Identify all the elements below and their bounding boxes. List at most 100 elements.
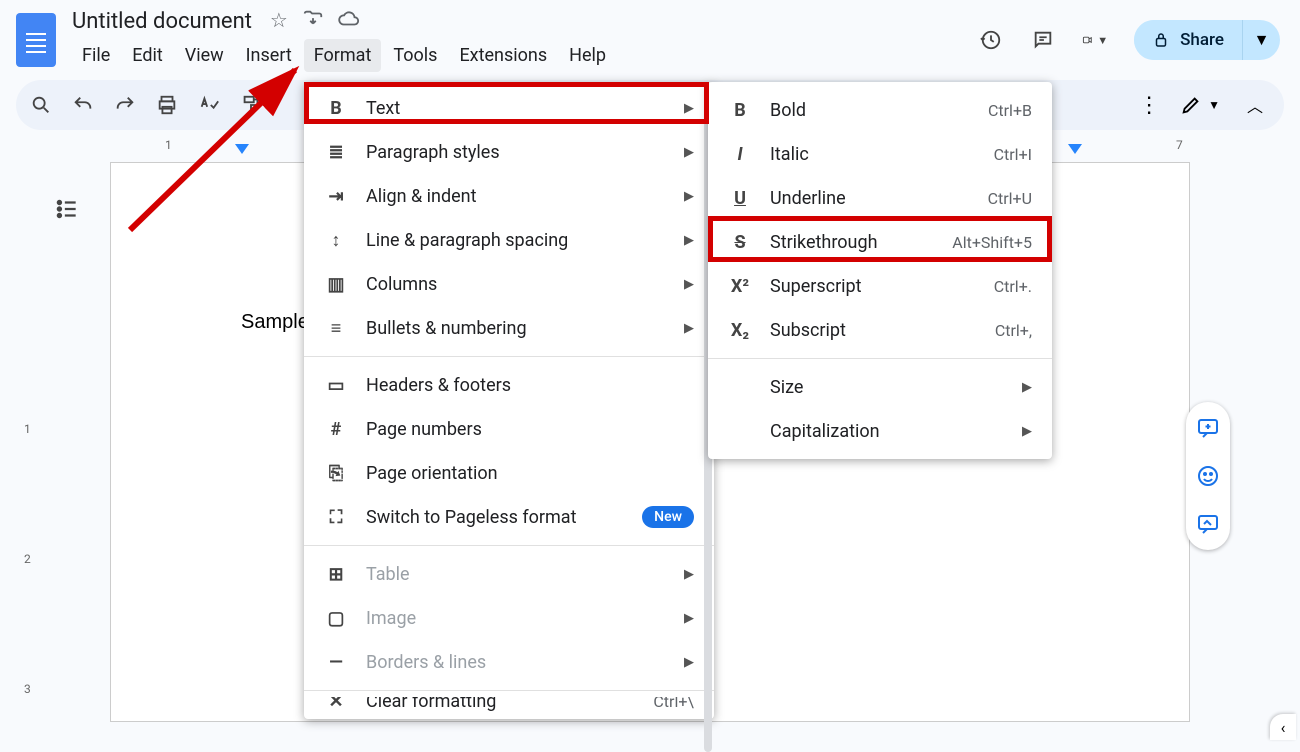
format-menu-item-table: ⊞Table▶ — [304, 552, 714, 596]
columns-icon: ▥ — [324, 272, 348, 296]
ruler-number: 1 — [165, 138, 172, 152]
indent-marker-icon[interactable] — [1068, 144, 1082, 154]
keyboard-shortcut: Ctrl+. — [994, 277, 1032, 296]
bold-icon: B — [728, 98, 752, 122]
headers-footers-icon: ▭ — [324, 373, 348, 397]
suggest-edits-icon[interactable] — [1194, 510, 1222, 538]
menu-insert[interactable]: Insert — [236, 39, 302, 72]
menu-file[interactable]: File — [72, 39, 120, 72]
menu-view[interactable]: View — [175, 39, 234, 72]
table-icon: ⊞ — [324, 562, 348, 586]
ruler-number: 3 — [24, 682, 31, 696]
align-indent-icon: ⇥ — [324, 184, 348, 208]
redo-icon[interactable] — [114, 94, 136, 116]
chevron-down-icon: ▼ — [1208, 98, 1220, 112]
keyboard-shortcut: Alt+Shift+5 — [952, 233, 1032, 252]
search-icon[interactable] — [30, 94, 52, 116]
document-title[interactable]: Untitled document — [72, 9, 252, 34]
indent-marker-icon[interactable] — [235, 144, 249, 154]
format-menu-item-headers-footers[interactable]: ▭Headers & footers — [304, 363, 714, 407]
spellcheck-icon[interactable] — [198, 94, 220, 116]
text-submenu-item-italic[interactable]: IItalicCtrl+I — [708, 132, 1052, 176]
menu-extensions[interactable]: Extensions — [449, 39, 557, 72]
collapse-toolbar-icon[interactable]: ︿ — [1240, 90, 1270, 120]
history-icon[interactable] — [978, 27, 1004, 53]
undo-icon[interactable] — [72, 94, 94, 116]
text-submenu-item-capitalization[interactable]: Capitalization ▶ — [708, 409, 1052, 453]
format-menu-item-paragraph-styles[interactable]: ≣Paragraph styles▶ — [304, 130, 714, 174]
switch-to-pageless-format-icon: ⛶ — [324, 505, 348, 529]
submenu-arrow-icon: ▶ — [684, 233, 694, 248]
menu-item-label: Line & paragraph spacing — [366, 230, 568, 251]
move-to-folder-icon[interactable] — [302, 8, 324, 35]
format-menu-dropdown: BText▶≣Paragraph styles▶⇥Align & indent▶… — [304, 82, 714, 719]
paragraph-styles-icon: ≣ — [324, 140, 348, 164]
menu-item-label: Clear formatting — [366, 697, 496, 712]
format-menu-item-switch-to-pageless-format[interactable]: ⛶Switch to Pageless formatNew — [304, 495, 714, 539]
ruler-number: 1 — [24, 422, 31, 436]
vertical-ruler[interactable]: 123 — [16, 162, 44, 732]
menu-help[interactable]: Help — [559, 39, 616, 72]
share-dropdown-caret-icon[interactable]: ▼ — [1242, 20, 1280, 60]
submenu-arrow-icon: ▶ — [1022, 424, 1032, 439]
format-menu-item-clear-formatting[interactable]: ✕Clear formattingCtrl+\ — [304, 697, 714, 715]
paint-format-icon[interactable] — [240, 94, 262, 116]
text-submenu-item-bold[interactable]: BBoldCtrl+B — [708, 88, 1052, 132]
text-submenu-item-strikethrough[interactable]: SStrikethroughAlt+Shift+5 — [708, 220, 1052, 264]
header-right-actions: ▼ Share ▼ — [978, 20, 1280, 60]
text-submenu-item-size[interactable]: Size▶ — [708, 365, 1052, 409]
star-icon[interactable]: ☆ — [270, 8, 288, 35]
text-submenu-item-underline[interactable]: UUnderlineCtrl+U — [708, 176, 1052, 220]
share-button[interactable]: Share — [1134, 20, 1242, 60]
title-area: Untitled document ☆ FileEditViewInsertFo… — [72, 8, 978, 72]
document-body-text[interactable]: Sample — [241, 311, 309, 334]
format-menu-item-line-paragraph-spacing[interactable]: ↕ Line & paragraph spacing ▶ — [304, 218, 714, 262]
keyboard-shortcut: Ctrl+B — [988, 101, 1032, 120]
submenu-arrow-icon: ▶ — [684, 189, 694, 204]
underline-icon: U — [728, 186, 752, 210]
text-submenu-item-superscript[interactable]: X²SuperscriptCtrl+. — [708, 264, 1052, 308]
format-menu-item-align-indent[interactable]: ⇥Align & indent▶ — [304, 174, 714, 218]
toolbar-more-icon[interactable]: ⋮ — [1138, 93, 1160, 118]
floating-comment-toolbar — [1186, 402, 1230, 550]
capitalization-icon — [728, 419, 752, 443]
comments-icon[interactable] — [1030, 27, 1056, 53]
submenu-arrow-icon: ▶ — [684, 655, 694, 670]
show-outline-icon[interactable] — [50, 192, 84, 226]
line-paragraph-spacing-icon: ↕ — [324, 228, 348, 252]
menu-separator — [304, 690, 714, 691]
cloud-status-icon[interactable] — [338, 8, 360, 35]
size-icon — [728, 375, 752, 399]
menu-item-label: Page orientation — [366, 463, 498, 484]
bullets-numbering-icon: ≡ — [324, 316, 348, 340]
submenu-arrow-icon: ▶ — [684, 277, 694, 292]
menu-format[interactable]: Format — [304, 39, 382, 72]
add-comment-icon[interactable] — [1194, 414, 1222, 442]
print-icon[interactable] — [156, 94, 178, 116]
editing-mode-button[interactable]: ▼ — [1180, 94, 1220, 116]
submenu-arrow-icon: ▶ — [684, 611, 694, 626]
menu-item-label: Capitalization — [770, 421, 880, 442]
text-submenu-item-subscript[interactable]: X₂SubscriptCtrl+, — [708, 308, 1052, 352]
ruler-number: 7 — [1176, 138, 1183, 152]
submenu-arrow-icon: ▶ — [684, 145, 694, 160]
menu-edit[interactable]: Edit — [122, 39, 172, 72]
format-menu-item-bullets-numbering[interactable]: ≡Bullets & numbering▶ — [304, 306, 714, 350]
meet-icon[interactable]: ▼ — [1082, 27, 1108, 53]
docs-logo-icon[interactable] — [16, 13, 56, 67]
menu-item-label: Switch to Pageless format — [366, 507, 576, 528]
page-orientation-icon: ⎘ — [324, 461, 348, 485]
menu-item-label: Italic — [770, 144, 809, 165]
format-menu-item-columns[interactable]: ▥Columns▶ — [304, 262, 714, 306]
format-menu-item-page-orientation[interactable]: ⎘ Page orientation — [304, 451, 714, 495]
menu-item-label: Bullets & numbering — [366, 318, 527, 339]
add-emoji-icon[interactable] — [1194, 462, 1222, 490]
explore-icon[interactable]: ‹ — [1270, 714, 1296, 740]
menu-separator — [304, 545, 714, 546]
subscript-icon: X₂ — [728, 318, 752, 342]
format-menu-item-image: ▢Image▶ — [304, 596, 714, 640]
format-menu-item-page-numbers[interactable]: #Page numbers — [304, 407, 714, 451]
image-icon: ▢ — [324, 606, 348, 630]
format-menu-item-text[interactable]: BText▶ — [304, 86, 714, 130]
menu-tools[interactable]: Tools — [383, 39, 447, 72]
